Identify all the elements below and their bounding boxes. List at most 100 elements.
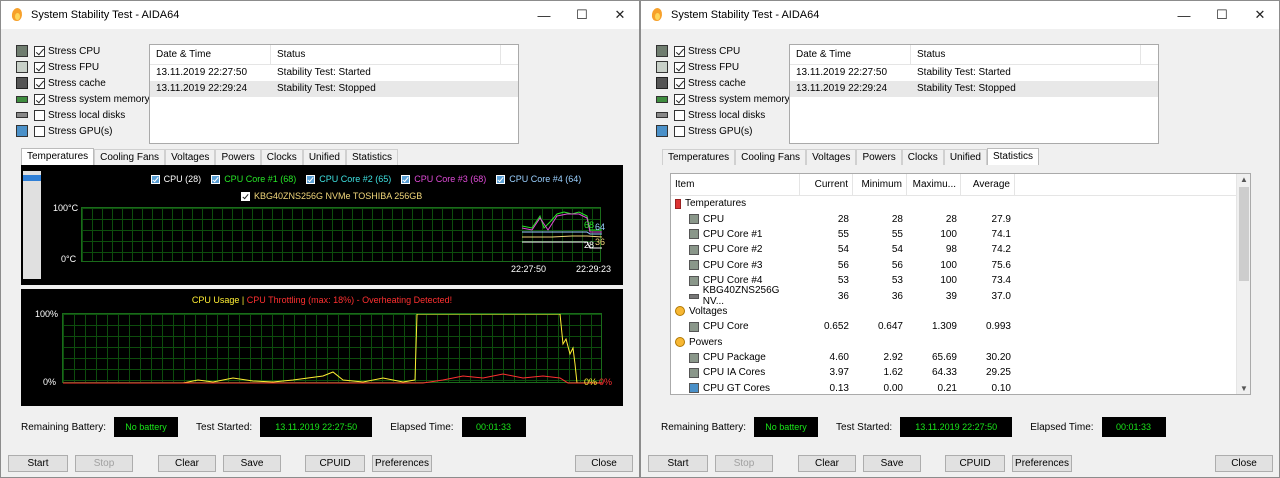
legend-core4[interactable]: CPU Core #4 (64) [496, 174, 581, 184]
stress-fpu-option[interactable]: Stress FPU [656, 59, 790, 75]
stress-disks-checkbox[interactable] [34, 109, 45, 121]
stress-memory-option[interactable]: Stress system memory [16, 91, 150, 107]
log-header-datetime[interactable]: Date & Time [790, 45, 911, 64]
save-button[interactable]: Save [223, 455, 281, 472]
graph-scroll-thumb[interactable] [23, 175, 41, 181]
close-button[interactable]: Close [575, 455, 633, 472]
log-row[interactable]: 13.11.2019 22:29:24 Stability Test: Stopp… [790, 81, 1158, 97]
start-button[interactable]: Start [8, 455, 68, 472]
maximize-button[interactable]: ☐ [1203, 1, 1241, 29]
clear-button[interactable]: Clear [798, 455, 856, 472]
cpuid-button[interactable]: CPUID [945, 455, 1005, 472]
event-log[interactable]: Date & Time Status 13.11.2019 22:27:50 Sta… [149, 44, 519, 144]
stats-header-minimum[interactable]: Minimum [853, 174, 907, 195]
stress-cpu-option[interactable]: Stress CPU [16, 43, 150, 59]
stress-cache-checkbox[interactable] [674, 77, 685, 89]
close-window-button[interactable]: ✕ [1241, 1, 1279, 29]
title-bar[interactable]: System Stability Test - AIDA64 — ☐ ✕ [1, 1, 639, 29]
stats-group-row[interactable]: Powers [671, 335, 1250, 350]
minimize-button[interactable]: — [1165, 1, 1203, 29]
stats-row[interactable]: CPU Core 0.652 0.647 1.309 0.993 [671, 319, 1250, 334]
scroll-up-icon[interactable]: ▲ [1240, 175, 1248, 184]
tab-clocks[interactable]: Clocks [901, 149, 944, 165]
stats-row[interactable]: KBG40ZNS256G NV... 36 36 39 37.0 [671, 285, 1250, 307]
event-log[interactable]: Date & Time Status 13.11.2019 22:27:50 Sta… [789, 44, 1159, 144]
stats-group-row[interactable]: Voltages [671, 304, 1250, 319]
stats-row[interactable]: CPU 28 28 28 27.9 [671, 211, 1250, 226]
stats-header-average[interactable]: Average [961, 174, 1015, 195]
close-button[interactable]: Close [1215, 455, 1273, 472]
scroll-thumb[interactable] [1239, 187, 1249, 281]
tab-voltages[interactable]: Voltages [806, 149, 857, 165]
stress-cache-option[interactable]: Stress cache [16, 75, 150, 91]
tab-unified[interactable]: Unified [943, 149, 987, 165]
legend-core2[interactable]: CPU Core #2 (65) [306, 174, 391, 184]
title-bar[interactable]: System Stability Test - AIDA64 — ☐ ✕ [641, 1, 1279, 29]
stress-disks-option[interactable]: Stress local disks [16, 107, 150, 123]
close-window-button[interactable]: ✕ [601, 1, 639, 29]
stress-fpu-option[interactable]: Stress FPU [16, 59, 150, 75]
preferences-button[interactable]: Preferences [372, 455, 432, 472]
tab-powers[interactable]: Powers [856, 149, 902, 165]
tab-unified[interactable]: Unified [302, 149, 346, 165]
statistics-table[interactable]: Item Current Minimum Maximu... Average T… [670, 173, 1251, 395]
log-header-status[interactable]: Status [271, 45, 501, 64]
stats-header-item[interactable]: Item [671, 174, 800, 195]
tab-clocks[interactable]: Clocks [260, 149, 303, 165]
tab-temperatures[interactable]: Temperatures [21, 148, 95, 165]
stress-cpu-option[interactable]: Stress CPU [656, 43, 790, 59]
legend-core1[interactable]: CPU Core #1 (68) [211, 174, 296, 184]
stats-scrollbar[interactable]: ▲ ▼ [1236, 174, 1250, 394]
stress-gpu-checkbox[interactable] [34, 125, 45, 137]
cpuid-button[interactable]: CPUID [305, 455, 365, 472]
stats-row[interactable]: CPU Core #3 56 56 100 75.6 [671, 258, 1250, 273]
scroll-down-icon[interactable]: ▼ [1240, 384, 1248, 393]
legend-core3[interactable]: CPU Core #3 (68) [401, 174, 486, 184]
minimize-button[interactable]: — [525, 1, 563, 29]
stats-row[interactable]: CPU Core #1 55 55 100 74.1 [671, 227, 1250, 242]
preferences-button[interactable]: Preferences [1012, 455, 1072, 472]
stress-cache-option[interactable]: Stress cache [656, 75, 790, 91]
stress-gpu-checkbox[interactable] [674, 125, 685, 137]
tab-cooling-fans[interactable]: Cooling Fans [94, 149, 166, 165]
stress-cache-checkbox[interactable] [34, 77, 45, 89]
stress-gpu-option[interactable]: Stress GPU(s) [16, 123, 150, 139]
stress-disks-option[interactable]: Stress local disks [656, 107, 790, 123]
stats-row[interactable]: CPU IA Cores 3.97 1.62 64.33 29.25 [671, 365, 1250, 380]
save-button[interactable]: Save [863, 455, 921, 472]
log-row[interactable]: 13.11.2019 22:27:50 Stability Test: Start… [150, 65, 518, 81]
stress-cpu-checkbox[interactable] [674, 45, 685, 57]
stats-row[interactable]: CPU Core #2 54 54 98 74.2 [671, 242, 1250, 257]
stress-memory-option[interactable]: Stress system memory [656, 91, 790, 107]
stress-memory-checkbox[interactable] [34, 93, 45, 105]
tab-temperatures[interactable]: Temperatures [662, 149, 736, 165]
legend-nvme[interactable]: KBG40ZNS256G NVMe TOSHIBA 256GB [241, 191, 422, 201]
stress-cpu-checkbox[interactable] [34, 45, 45, 57]
stress-fpu-checkbox[interactable] [674, 61, 685, 73]
tab-cooling-fans[interactable]: Cooling Fans [735, 149, 807, 165]
stats-header-maximum[interactable]: Maximu... [907, 174, 961, 195]
stress-gpu-option[interactable]: Stress GPU(s) [656, 123, 790, 139]
stress-disks-checkbox[interactable] [674, 109, 685, 121]
maximize-button[interactable]: ☐ [563, 1, 601, 29]
tab-statistics[interactable]: Statistics [345, 149, 398, 165]
stats-row[interactable]: CPU GT Cores 0.13 0.00 0.21 0.10 [671, 381, 1250, 394]
log-header-status[interactable]: Status [911, 45, 1141, 64]
clear-button[interactable]: Clear [158, 455, 216, 472]
start-button[interactable]: Start [648, 455, 708, 472]
tab-powers[interactable]: Powers [215, 149, 261, 165]
stress-fpu-checkbox[interactable] [34, 61, 45, 73]
stats-row[interactable]: CPU Package 4.60 2.92 65.69 30.20 [671, 350, 1250, 365]
stats-group-row[interactable]: Temperatures [671, 196, 1250, 211]
graph-scrollbar[interactable] [23, 171, 41, 279]
stress-memory-checkbox[interactable] [674, 93, 685, 105]
log-row[interactable]: 13.11.2019 22:29:24 Stability Test: Stopp… [150, 81, 518, 97]
stop-button[interactable]: Stop [75, 455, 133, 472]
stop-button[interactable]: Stop [715, 455, 773, 472]
tab-voltages[interactable]: Voltages [165, 149, 216, 165]
log-header-datetime[interactable]: Date & Time [150, 45, 271, 64]
stats-header-current[interactable]: Current [800, 174, 853, 195]
log-row[interactable]: 13.11.2019 22:27:50 Stability Test: Start… [790, 65, 1158, 81]
tab-statistics[interactable]: Statistics [986, 148, 1039, 165]
legend-cpu[interactable]: CPU (28) [150, 174, 201, 184]
